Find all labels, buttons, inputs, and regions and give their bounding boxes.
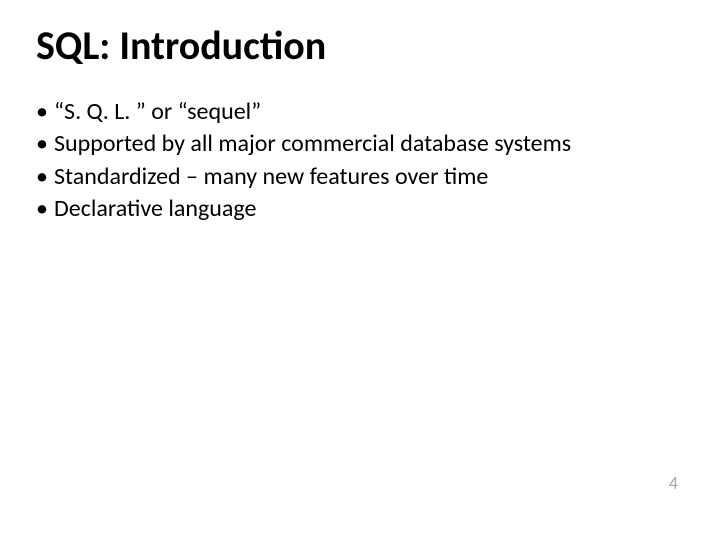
list-item: Supported by all major commercial databa… <box>36 128 684 160</box>
list-item: “S. Q. L. ” or “sequel” <box>36 96 684 128</box>
slide: SQL: Introduction “S. Q. L. ” or “sequel… <box>0 0 720 540</box>
bullet-list: “S. Q. L. ” or “sequel” Supported by all… <box>36 96 684 226</box>
slide-title: SQL: Introduction <box>36 24 684 68</box>
page-number: 4 <box>669 472 678 494</box>
list-item: Standardized – many new features over ti… <box>36 161 684 193</box>
list-item: Declarative language <box>36 193 684 225</box>
